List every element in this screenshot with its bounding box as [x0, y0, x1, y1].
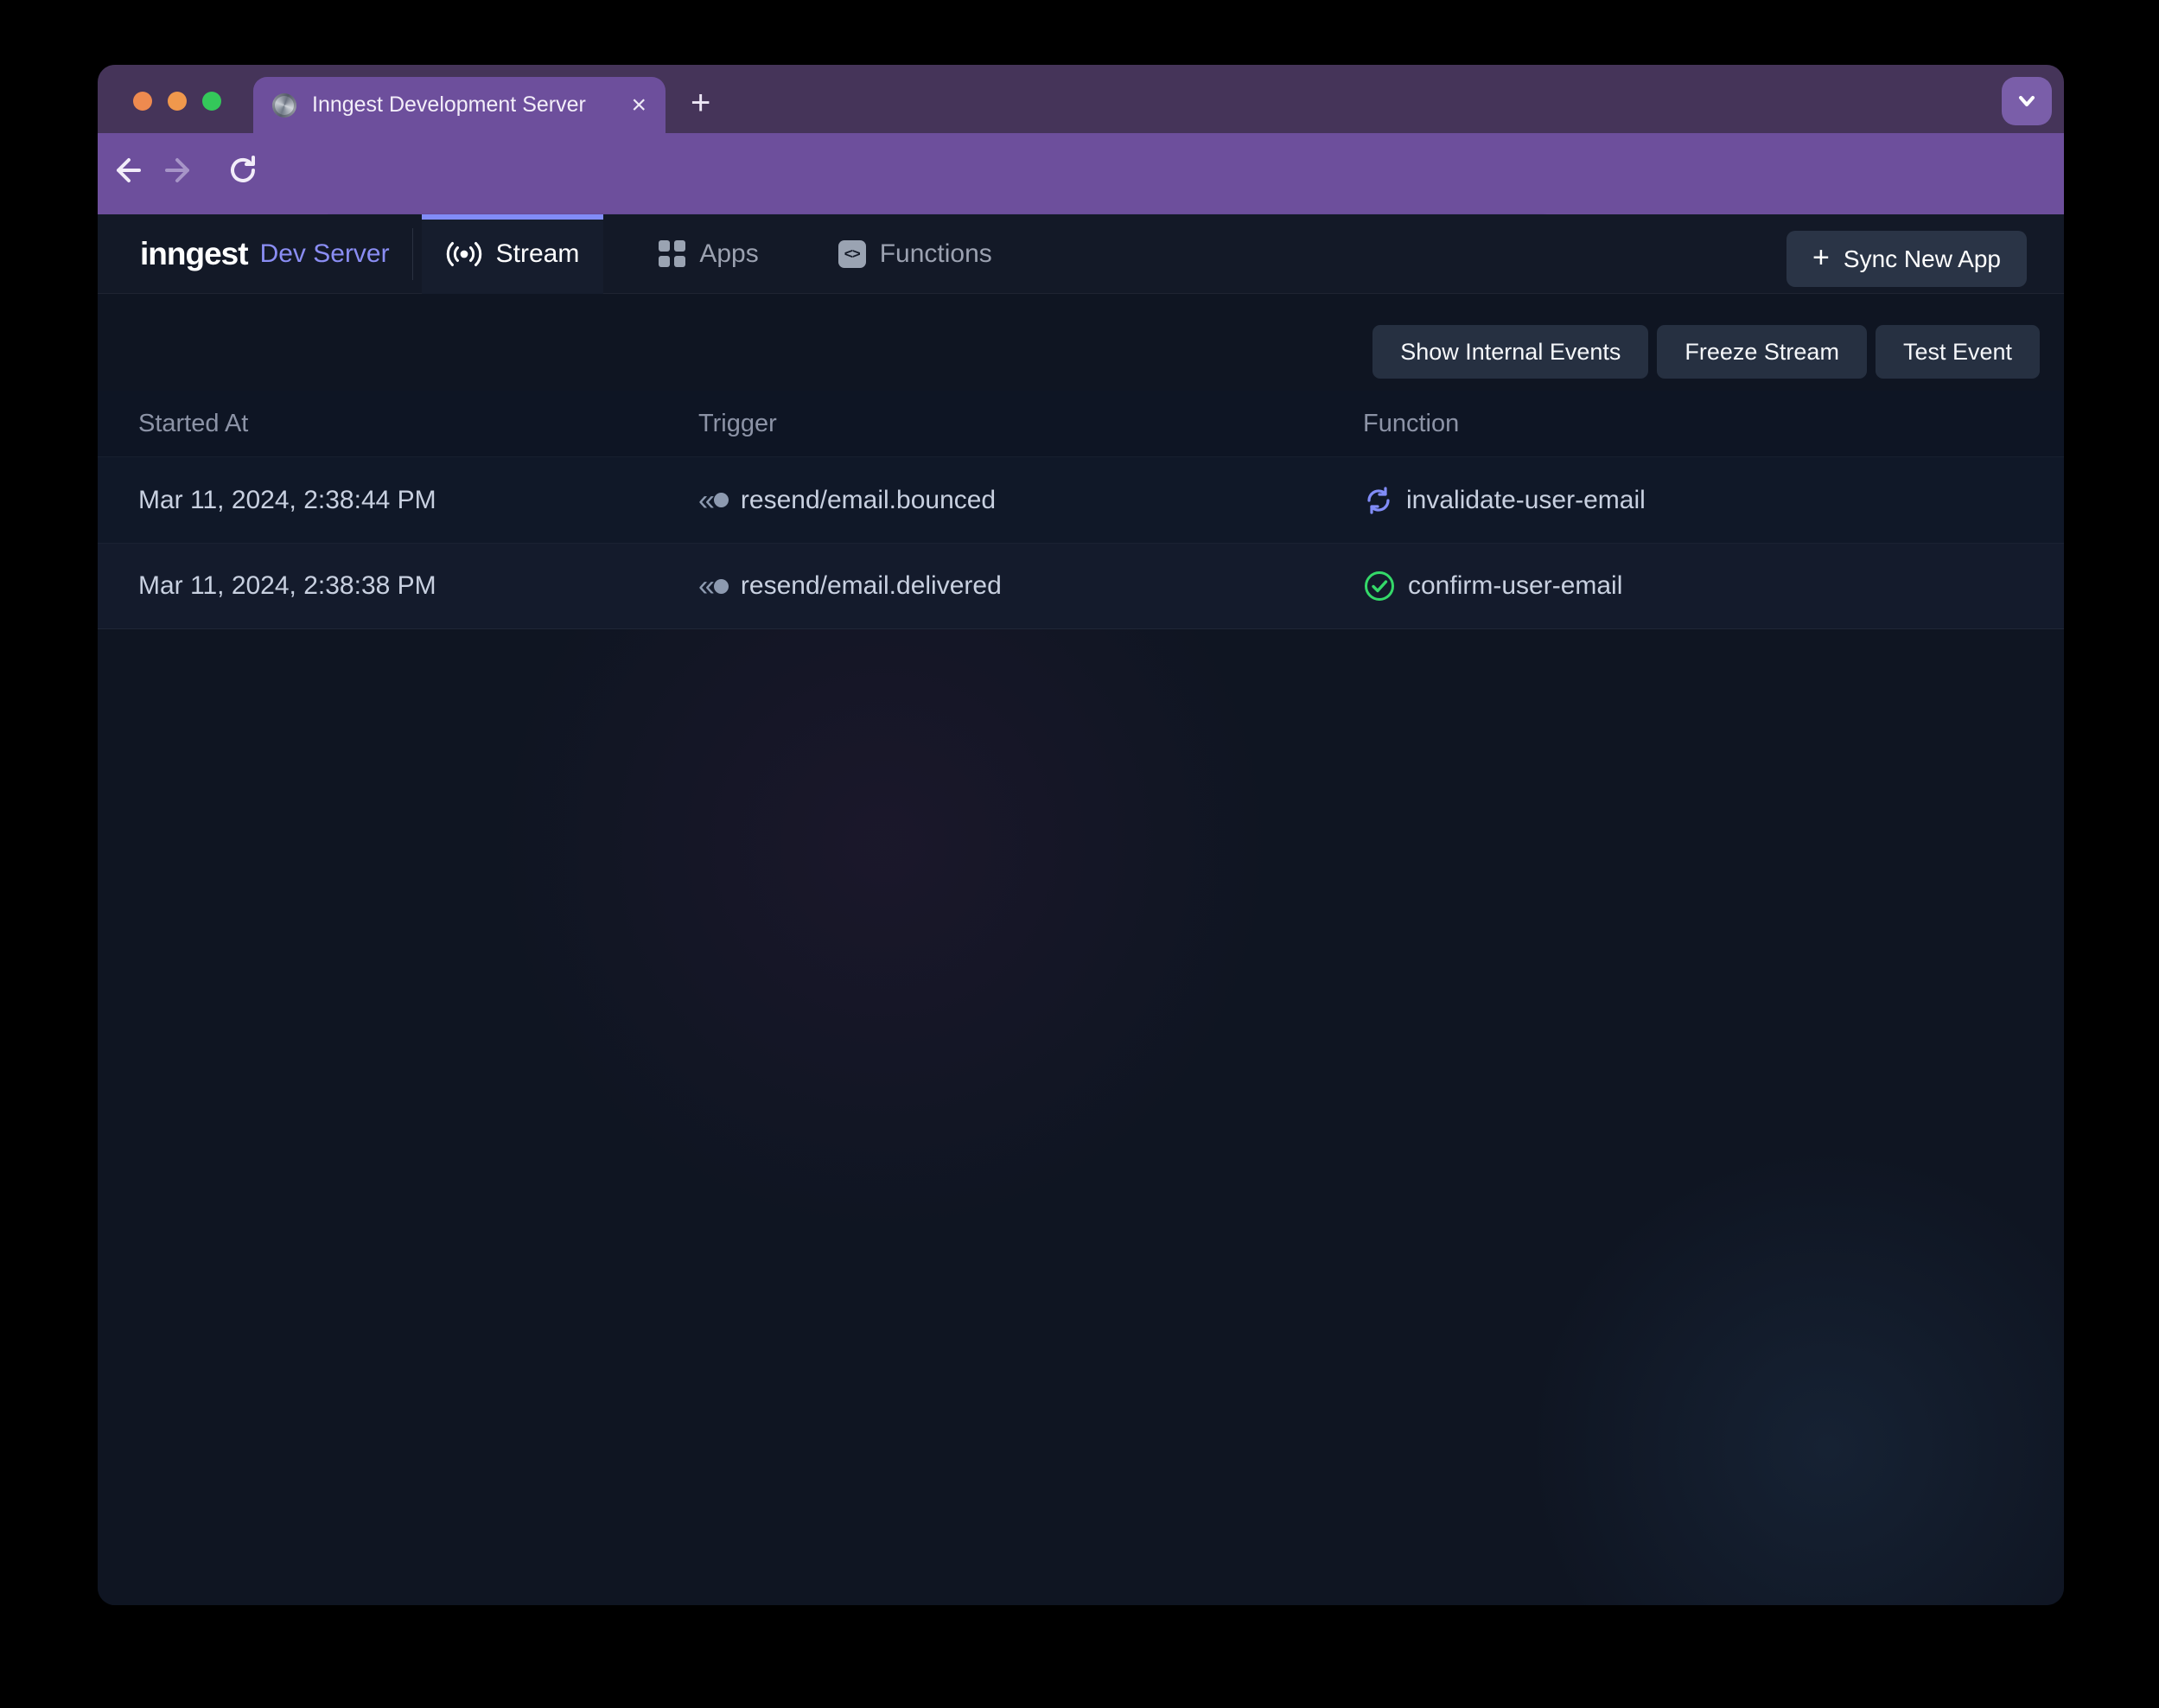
forward-arrow-icon — [165, 155, 196, 186]
browser-toolbar: 127.0.0.1:8288/stream — [98, 133, 2064, 214]
dev-server-label: Dev Server — [260, 239, 390, 269]
col-header-started-at: Started At — [138, 410, 698, 438]
back-button[interactable] — [98, 155, 153, 194]
screenshot-stage: Inngest Development Server × + — [0, 0, 2159, 1708]
traffic-light-minimize[interactable] — [168, 92, 187, 111]
show-internal-events-button[interactable]: Show Internal Events — [1372, 325, 1648, 379]
header-divider — [412, 228, 413, 280]
freeze-stream-button[interactable]: Freeze Stream — [1657, 325, 1867, 379]
event-trigger-icon: « — [698, 571, 729, 601]
back-arrow-icon — [110, 155, 141, 186]
row-trigger-cell: « resend/email.delivered — [698, 571, 1363, 601]
tab-search-chevron-button[interactable] — [2002, 77, 2052, 125]
browser-tab[interactable]: Inngest Development Server × — [253, 77, 666, 133]
close-tab-icon[interactable]: × — [631, 92, 646, 118]
row-function-name: invalidate-user-email — [1406, 486, 1646, 515]
plus-icon: + — [1812, 243, 1830, 272]
inngest-logo: inngest — [140, 236, 248, 272]
browser-window: Inngest Development Server × + — [98, 65, 2064, 1605]
event-trigger-icon: « — [698, 486, 729, 515]
reload-button[interactable] — [215, 154, 271, 194]
chevron-down-icon — [2014, 88, 2040, 114]
sync-new-app-label: Sync New App — [1844, 245, 2001, 273]
tab-functions[interactable]: <> Functions — [814, 214, 1016, 294]
table-header-row: Started At Trigger Function — [98, 391, 2064, 456]
tab-functions-label: Functions — [880, 239, 992, 269]
tab-title: Inngest Development Server — [312, 92, 619, 118]
traffic-light-close[interactable] — [133, 92, 152, 111]
row-started-at: Mar 11, 2024, 2:38:44 PM — [138, 486, 698, 515]
tab-apps-label: Apps — [699, 239, 758, 269]
traffic-light-maximize[interactable] — [202, 92, 221, 111]
running-refresh-icon — [1363, 485, 1394, 516]
row-function-cell: confirm-user-email — [1363, 570, 2064, 602]
stream-icon — [446, 236, 482, 272]
tab-stream[interactable]: Stream — [422, 214, 604, 294]
completed-check-icon — [1363, 570, 1396, 602]
row-function-cell: invalidate-user-email — [1363, 485, 2064, 516]
tab-stream-label: Stream — [496, 239, 580, 269]
reload-icon — [226, 154, 259, 187]
stream-table: Started At Trigger Function Mar 11, 2024… — [98, 391, 2064, 629]
inngest-favicon-icon — [272, 93, 296, 118]
table-row[interactable]: Mar 11, 2024, 2:38:44 PM « resend/email.… — [98, 456, 2064, 543]
forward-button[interactable] — [153, 155, 208, 194]
row-trigger-name: resend/email.delivered — [741, 571, 1002, 601]
test-event-button[interactable]: Test Event — [1876, 325, 2040, 379]
row-trigger-name: resend/email.bounced — [741, 486, 996, 515]
window-controls — [133, 92, 221, 111]
tab-apps[interactable]: Apps — [634, 214, 782, 294]
sync-new-app-button[interactable]: + Sync New App — [1786, 231, 2027, 287]
apps-icon — [659, 240, 685, 267]
new-tab-button[interactable]: + — [691, 86, 710, 120]
col-header-trigger: Trigger — [698, 410, 1363, 438]
row-function-name: confirm-user-email — [1408, 571, 1622, 601]
stream-actions: Show Internal Events Freeze Stream Test … — [1372, 325, 2040, 379]
stream-page: Show Internal Events Freeze Stream Test … — [98, 294, 2064, 1605]
table-row[interactable]: Mar 11, 2024, 2:38:38 PM « resend/email.… — [98, 543, 2064, 629]
functions-icon: <> — [838, 240, 866, 268]
row-started-at: Mar 11, 2024, 2:38:38 PM — [138, 571, 698, 601]
col-header-function: Function — [1363, 410, 2064, 438]
row-trigger-cell: « resend/email.bounced — [698, 486, 1363, 515]
tab-strip: Inngest Development Server × + — [98, 65, 2064, 133]
app-header: inngest Dev Server Stream Apps <> F — [98, 214, 2064, 294]
